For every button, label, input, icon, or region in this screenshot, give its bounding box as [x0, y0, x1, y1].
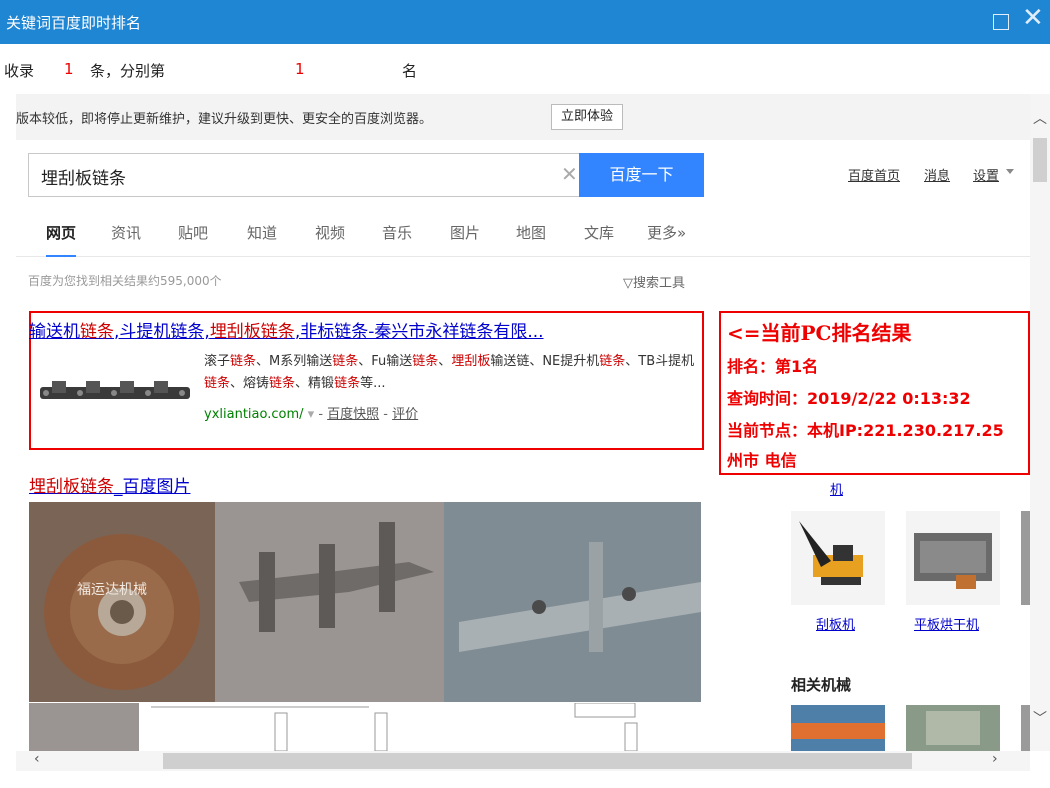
sidebar-image-6[interactable] — [1021, 705, 1030, 751]
sidebar-image-2[interactable] — [906, 511, 1000, 605]
tab-music[interactable]: 音乐 — [382, 222, 412, 243]
sidebar-heading: 相关机械 — [791, 676, 852, 694]
tab-zhidao[interactable]: 知道 — [247, 222, 277, 243]
chevron-down-icon[interactable]: ▾ — [308, 407, 319, 422]
sidebar-image-5[interactable] — [906, 705, 1000, 751]
chevron-down-icon[interactable] — [1006, 169, 1014, 174]
result-2-title-segment: _百度图片 — [114, 477, 191, 497]
settings-link[interactable]: 设置 — [973, 165, 999, 184]
result-1-abstract-segment: 链条 — [599, 354, 626, 369]
tab-images[interactable]: 图片 — [450, 222, 480, 243]
rank-result-overlay: <=当前PC排名结果 排名：第1名 查询时间：2019/2/22 0:13:32… — [719, 311, 1030, 475]
vertical-scrollbar[interactable]: ︿ ﹀ — [1030, 94, 1050, 751]
tab-video[interactable]: 视频 — [315, 222, 345, 243]
result-1-title-segment: 输送机 — [29, 322, 80, 342]
scroll-up-icon[interactable]: ︿ — [1033, 108, 1047, 128]
clear-icon[interactable]: ✕ — [561, 162, 578, 186]
scroll-right-icon[interactable]: › — [992, 751, 998, 767]
result-1-title-segment: ,非标链条-秦兴市永祥链条有限... — [294, 322, 544, 342]
image-results-row-2[interactable] — [29, 703, 701, 751]
result-1-abstract-segment: 滚子 — [204, 354, 231, 369]
sidebar-item-scraper[interactable]: 刮板机 — [816, 614, 855, 633]
result-1-title[interactable]: 输送机链条,斗提机链条,埋刮板链条,非标链条-秦兴市永祥链条有限... — [29, 317, 544, 342]
search-tabs: 网页 资讯 贴吧 知道 视频 音乐 图片 地图 文库 更多» — [16, 209, 1030, 257]
tab-more[interactable]: 更多» — [647, 222, 686, 243]
tab-web[interactable]: 网页 — [46, 222, 77, 257]
result-1-title-segment: ,斗提机链条, — [114, 322, 210, 342]
result-2-title-segment: 埋刮板链条 — [29, 477, 114, 497]
browser-viewport: 版本较低，即将停止更新维护，建议升级到更快、更安全的百度浏览器。 立即体验 埋刮… — [16, 94, 1030, 751]
overlay-query-time: 查询时间：2019/2/22 0:13:32 — [727, 389, 971, 408]
messages-link[interactable]: 消息 — [924, 165, 950, 184]
browser-upgrade-notice: 版本较低，即将停止更新维护，建议升级到更快、更安全的百度浏览器。 立即体验 — [16, 94, 1030, 140]
result-1-abstract-segment: 、Fu输送 — [358, 354, 413, 369]
result-1-abstract-segment: 埋刮板 — [451, 354, 491, 369]
result-1-abstract-segment: 、M系列输送 — [256, 354, 333, 369]
summary-count: 1 — [64, 60, 74, 78]
overlay-isp: 州市 电信 — [727, 451, 797, 470]
search-query: 埋刮板链条 — [41, 169, 126, 189]
image-watermark: 福运达机械 — [77, 582, 147, 598]
tab-map[interactable]: 地图 — [516, 222, 546, 243]
overlay-heading: <=当前PC排名结果 — [727, 321, 912, 345]
result-1-abstract-segment: 链条 — [230, 354, 257, 369]
vertical-scroll-thumb[interactable] — [1033, 138, 1047, 182]
sidebar-image-1[interactable] — [791, 511, 885, 605]
result-1-abstract-segment: 、熔铸 — [230, 376, 270, 391]
result-1-url-line: yxliantiao.com/ ▾ - 百度快照 - 评价 — [204, 407, 419, 422]
result-1-title-segment: 链条 — [80, 322, 114, 342]
overlay-rank: 排名：第1名 — [727, 357, 819, 376]
upgrade-notice-text: 版本较低，即将停止更新维护，建议升级到更快、更安全的百度浏览器。 — [16, 112, 433, 127]
horizontal-scrollbar[interactable]: ‹ › — [16, 751, 1030, 771]
result-1-abstract-segment: 输送链、NE提升机 — [490, 354, 600, 369]
result-1-thumbnail[interactable] — [34, 365, 195, 417]
result-1-abstract-segment: 链条 — [412, 354, 439, 369]
summary-mid: 条，分别第 — [90, 62, 166, 80]
window-titlebar: 关键词百度即时排名 ✕ — [0, 0, 1050, 44]
summary-rank: 1 — [295, 60, 305, 78]
result-2-title[interactable]: 埋刮板链条_百度图片 — [29, 472, 191, 497]
overlay-node: 当前节点：本机IP:221.230.217.25 — [727, 421, 1004, 440]
result-1-abstract: 滚子链条、M系列输送链条、Fu输送链条、埋刮板输送链、NE提升机链条、TB斗提机… — [204, 351, 704, 395]
result-1-abstract-segment: 链条 — [269, 376, 296, 391]
result-1-abstract-segment: 等... — [360, 376, 386, 391]
result-1-abstract-segment: 链条 — [204, 376, 231, 391]
tab-tieba[interactable]: 贴吧 — [178, 222, 208, 243]
search-tools-button[interactable]: ▽搜索工具 — [623, 272, 685, 291]
filter-icon: ▽ — [623, 276, 633, 291]
result-1-title-segment: 埋刮板链条 — [209, 322, 295, 342]
review-link[interactable]: 评价 — [392, 407, 418, 422]
sidebar-image-4[interactable] — [791, 705, 885, 751]
snapshot-link[interactable]: 百度快照 — [327, 407, 379, 422]
result-1-abstract-segment: 链条 — [334, 376, 361, 391]
search-input[interactable]: 埋刮板链条 ✕ — [28, 153, 579, 197]
tab-wenku[interactable]: 文库 — [584, 222, 614, 243]
result-1-url[interactable]: yxliantiao.com/ — [204, 407, 304, 422]
horizontal-scroll-thumb[interactable] — [163, 753, 912, 769]
sidebar-partial-link[interactable]: 机 — [830, 479, 843, 498]
result-1-abstract-segment: 链条 — [332, 354, 359, 369]
scroll-down-icon[interactable]: ﹀ — [1033, 708, 1047, 728]
image-results-row[interactable]: 福运达机械 — [29, 502, 701, 702]
try-now-button[interactable]: 立即体验 — [551, 104, 624, 130]
scroll-left-icon[interactable]: ‹ — [34, 751, 40, 767]
search-button[interactable]: 百度一下 — [579, 153, 704, 197]
close-icon[interactable]: ✕ — [1022, 5, 1044, 31]
result-count: 百度为您找到相关结果约595,000个 — [28, 274, 222, 288]
window-title: 关键词百度即时排名 — [6, 14, 142, 32]
result-1-abstract-segment: 、 — [438, 354, 452, 369]
summary-prefix: 收录 — [4, 62, 35, 80]
summary-suffix: 名 — [402, 62, 418, 80]
sidebar-image-3[interactable] — [1021, 511, 1030, 605]
result-1-abstract-segment: 、TB斗提机 — [625, 354, 695, 369]
search-result-1: 输送机链条,斗提机链条,埋刮板链条,非标链条-秦兴市永祥链条有限... 滚子链条… — [29, 311, 704, 450]
result-1-abstract-segment: 、精锻 — [295, 376, 335, 391]
maximize-icon[interactable] — [993, 14, 1009, 30]
sidebar-item-dryer[interactable]: 平板烘干机 — [914, 614, 979, 633]
search-tools-label: 搜索工具 — [633, 276, 686, 291]
baidu-home-link[interactable]: 百度首页 — [848, 165, 900, 184]
tab-news[interactable]: 资讯 — [111, 222, 141, 243]
